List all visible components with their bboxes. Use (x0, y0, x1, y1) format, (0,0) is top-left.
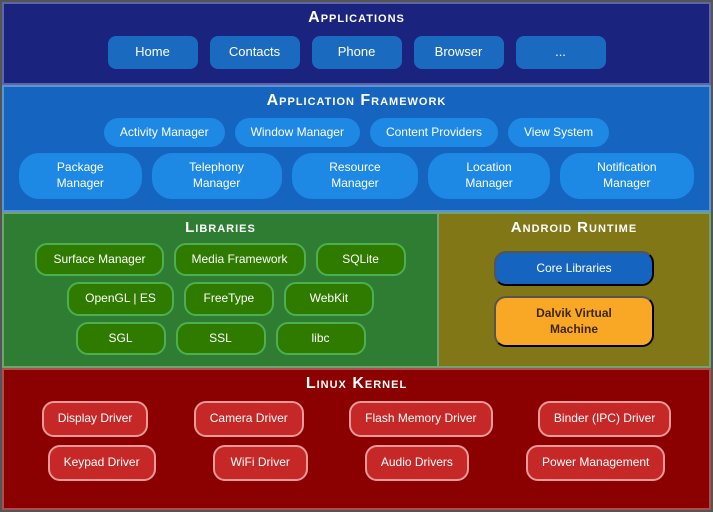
applications-title: Applications (4, 4, 709, 32)
apps-row: Home Contacts Phone Browser... (4, 32, 709, 75)
kernel-button-wifi-driver[interactable]: WiFi Driver (213, 445, 308, 481)
app-button-phone[interactable]: Phone (312, 36, 402, 69)
runtime-section: Android Runtime Core Libraries Dalvik Vi… (439, 214, 709, 367)
libraries-section: Libraries Surface Manager Media Framework… (4, 214, 439, 367)
framework-layer: Application Framework Activity Manager Wi… (2, 85, 711, 212)
framework-button-activity-manager[interactable]: Activity Manager (104, 118, 225, 148)
runtime-title: Android Runtime (439, 214, 709, 240)
framework-button-location-manager[interactable]: Location Manager (428, 153, 549, 198)
applications-layer: Applications Home Contacts Phone Browser... (2, 2, 711, 85)
framework-button-resource-manager[interactable]: Resource Manager (292, 153, 419, 198)
kernel-title: Linux Kernel (4, 370, 709, 397)
lib-row1: Surface Manager Media Framework SQLite (4, 240, 437, 280)
main-wrapper: Applications Home Contacts Phone Browser...… (0, 0, 713, 512)
app-button-browser[interactable]: Browser (414, 36, 504, 69)
app-button-more[interactable]: ... (516, 36, 606, 69)
core-libraries-button[interactable]: Core Libraries (494, 251, 654, 287)
middle-layer: Libraries Surface Manager Media Framework… (2, 212, 711, 369)
app-button-home[interactable]: Home (108, 36, 198, 69)
lib-button-opengl-|-es[interactable]: OpenGL | ES (67, 282, 174, 316)
framework-row2: Package ManagerTelephony ManagerResource… (4, 150, 709, 201)
kernel-button-power-management[interactable]: Power Management (526, 445, 665, 481)
kernel-button-camera-driver[interactable]: Camera Driver (194, 401, 304, 437)
framework-button-package-manager[interactable]: Package Manager (19, 153, 142, 198)
kernel-button-flash-memory-driver[interactable]: Flash Memory Driver (349, 401, 492, 437)
dalvik-vm-button[interactable]: Dalvik Virtual Machine (494, 296, 654, 347)
kernel-button-binder-(ipc)-driver[interactable]: Binder (IPC) Driver (538, 401, 671, 437)
kernel-button-display-driver[interactable]: Display Driver (42, 401, 149, 437)
framework-button-notification-manager[interactable]: Notification Manager (560, 153, 694, 198)
lib-row3: SGL SSL libc (4, 319, 437, 359)
libraries-title: Libraries (4, 214, 437, 240)
app-button-contacts[interactable]: Contacts (210, 36, 300, 69)
lib-row2: OpenGL | ES FreeType WebKit (4, 279, 437, 319)
lib-button-media-framework[interactable]: Media Framework (174, 243, 306, 277)
framework-button-window-manager[interactable]: Window Manager (235, 118, 360, 148)
lib-button-sqlite[interactable]: SQLite (316, 243, 406, 277)
framework-button-content-providers[interactable]: Content Providers (370, 118, 498, 148)
kernel-button-audio-drivers[interactable]: Audio Drivers (365, 445, 469, 481)
kernel-row2: Keypad Driver WiFi Driver Audio Drivers Pow… (4, 441, 709, 485)
kernel-button-keypad-driver[interactable]: Keypad Driver (48, 445, 156, 481)
framework-row1: Activity Manager Window Manager Content Pr… (4, 115, 709, 151)
lib-button-surface-manager[interactable]: Surface Manager (35, 243, 163, 277)
lib-button-webkit[interactable]: WebKit (284, 282, 374, 316)
framework-button-view-system[interactable]: View System (508, 118, 609, 148)
framework-button-telephony-manager[interactable]: Telephony Manager (152, 153, 282, 198)
kernel-layer: Linux Kernel Display Driver Camera Driver… (2, 368, 711, 510)
lib-button-freetype[interactable]: FreeType (184, 282, 274, 316)
lib-button-ssl[interactable]: SSL (176, 322, 266, 356)
runtime-items: Core Libraries Dalvik Virtual Machine (439, 240, 709, 359)
kernel-row1: Display Driver Camera Driver Flash Memory … (4, 397, 709, 441)
lib-button-libc[interactable]: libc (276, 322, 366, 356)
framework-title: Application Framework (4, 87, 709, 115)
lib-button-sgl[interactable]: SGL (76, 322, 166, 356)
